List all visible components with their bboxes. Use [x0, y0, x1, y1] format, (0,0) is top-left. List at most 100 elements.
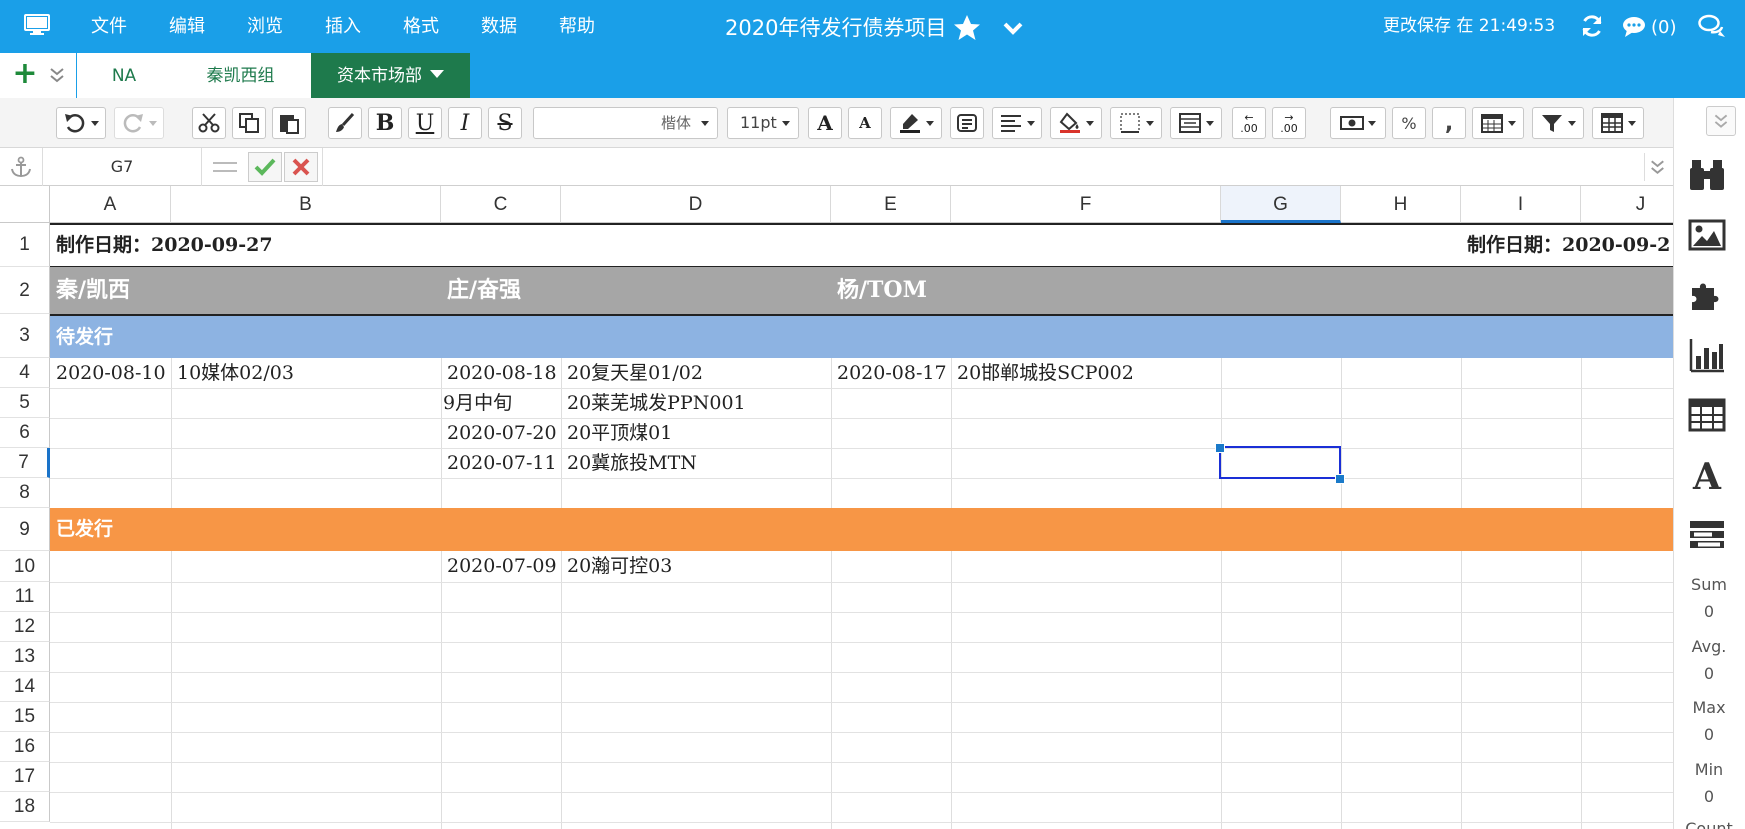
cell-e4[interactable]: 2020-08-17 [831, 358, 947, 388]
menu-view[interactable]: 浏览 [226, 0, 304, 53]
cell-a1[interactable]: 制作日期：2020-09-27 [50, 223, 273, 267]
copy-button[interactable] [232, 107, 266, 139]
image-icon[interactable] [1688, 216, 1726, 254]
document-title[interactable]: 2020年待发行债券项目 [725, 0, 946, 56]
row-header-16[interactable]: 16 [0, 732, 50, 762]
menu-format[interactable]: 格式 [382, 0, 460, 53]
column-header-f[interactable]: F [951, 186, 1221, 223]
cell-f4[interactable]: 20邯郸城投SCP002 [951, 358, 1134, 388]
cut-button[interactable] [192, 107, 226, 139]
sheet-tab-na[interactable]: NA [78, 53, 170, 98]
table-icon[interactable] [1688, 396, 1726, 434]
row-header-11[interactable]: 11 [0, 582, 50, 612]
font-size-select[interactable]: 11pt [727, 107, 799, 139]
anchor-icon[interactable] [8, 156, 34, 178]
expand-formula-chevron-icon[interactable] [1644, 153, 1670, 181]
decrease-decimal-button[interactable]: ← .00 [1232, 107, 1266, 139]
rows-layout-icon[interactable] [1688, 516, 1726, 554]
row-header-12[interactable]: 12 [0, 612, 50, 642]
cancel-x-icon[interactable] [284, 152, 318, 182]
column-header-a[interactable]: A [50, 186, 171, 223]
chat-icon[interactable] [1698, 14, 1726, 40]
borders-button[interactable] [1110, 107, 1162, 139]
row-header-1[interactable]: 1 [0, 223, 50, 267]
selection-handle-top-left[interactable] [1215, 443, 1225, 453]
add-sheet-icon[interactable]: + [12, 59, 38, 89]
row-header-8[interactable]: 8 [0, 478, 50, 508]
row-header-10[interactable]: 10 [0, 551, 50, 582]
formula-equals-icon[interactable] [205, 154, 245, 180]
cell-c6[interactable]: 2020-07-20 [441, 418, 557, 448]
redo-button[interactable] [114, 107, 164, 139]
cell-c10[interactable]: 2020-07-09 [441, 551, 557, 582]
column-header-i[interactable]: I [1461, 186, 1581, 223]
merge-cells-button[interactable] [1170, 107, 1222, 139]
binoculars-icon[interactable] [1688, 156, 1726, 194]
select-all-corner[interactable] [0, 186, 50, 223]
confirm-check-icon[interactable] [248, 152, 282, 182]
refresh-icon[interactable] [1580, 14, 1604, 38]
cell-i1[interactable]: 制作日期：2020-09-2 [1461, 223, 1673, 267]
column-header-b[interactable]: B [171, 186, 441, 223]
monitor-icon[interactable] [24, 14, 50, 36]
cell-c4[interactable]: 2020-08-18 [441, 358, 557, 388]
cell-d4[interactable]: 20复天星01/02 [561, 358, 703, 388]
bold-button[interactable]: B [368, 107, 402, 139]
cell-d5[interactable]: 20莱芜城发PPN001 [561, 388, 746, 418]
row-header-6[interactable]: 6 [0, 418, 50, 448]
menu-data[interactable]: 数据 [460, 0, 538, 53]
menu-help[interactable]: 帮助 [538, 0, 616, 53]
undo-button[interactable] [56, 107, 106, 139]
italic-button[interactable]: I [448, 107, 482, 139]
highlight-color-button[interactable] [890, 107, 942, 139]
row-header-5[interactable]: 5 [0, 388, 50, 418]
cell-c5[interactable]: 9月中旬 [437, 388, 512, 418]
cell-d6[interactable]: 20平顶煤01 [561, 418, 672, 448]
chevron-down-icon[interactable] [1002, 19, 1024, 37]
column-header-j[interactable]: J [1581, 186, 1673, 223]
cell-name-box[interactable]: G7 [42, 148, 202, 186]
comma-format-button[interactable]: , [1432, 107, 1466, 139]
sheet-tab-capital-markets[interactable]: 资本市场部 [311, 53, 470, 98]
cell-a3[interactable]: 待发行 [50, 316, 113, 358]
align-button[interactable] [992, 107, 1042, 139]
row-header-15[interactable]: 15 [0, 702, 50, 732]
row-header-18[interactable]: 18 [0, 792, 50, 822]
spreadsheet-grid[interactable]: A B C D E F G H I J 1 2 3 4 5 6 7 8 9 10… [0, 186, 1673, 829]
active-cell-selection[interactable] [1219, 446, 1341, 479]
column-header-e[interactable]: E [831, 186, 951, 223]
cell-a4[interactable]: 2020-08-10 [50, 358, 166, 388]
row-header-9[interactable]: 9 [0, 508, 50, 551]
percent-format-button[interactable]: % [1392, 107, 1426, 139]
cell-c2[interactable]: 庄/奋强 [441, 267, 521, 314]
increase-decimal-button[interactable]: → .00 [1272, 107, 1306, 139]
column-header-h[interactable]: H [1341, 186, 1461, 223]
star-icon[interactable] [952, 13, 982, 43]
format-painter-button[interactable] [328, 107, 362, 139]
puzzle-icon[interactable] [1688, 276, 1726, 314]
cell-c7[interactable]: 2020-07-11 [441, 448, 557, 478]
underline-button[interactable]: U [408, 107, 442, 139]
row-header-4[interactable]: 4 [0, 358, 50, 388]
cell-a2[interactable]: 秦/凯西 [50, 267, 130, 314]
column-header-d[interactable]: D [561, 186, 831, 223]
fill-color-button[interactable] [1050, 107, 1102, 139]
decrease-font-button[interactable]: A [848, 107, 882, 139]
comments-button[interactable]: (0) [1622, 15, 1677, 39]
cell-d10[interactable]: 20瀚可控03 [561, 551, 672, 582]
sheet-list-chevron-icon[interactable] [44, 65, 70, 85]
menu-insert[interactable]: 插入 [304, 0, 382, 53]
text-format-icon[interactable]: A [1688, 456, 1726, 494]
filter-button[interactable] [1532, 107, 1584, 139]
cell-a9[interactable]: 已发行 [50, 508, 113, 551]
table-format-button[interactable] [1592, 107, 1644, 139]
date-format-button[interactable] [1472, 107, 1524, 139]
column-header-c[interactable]: C [441, 186, 561, 223]
column-header-g[interactable]: G [1221, 186, 1341, 223]
font-family-select[interactable]: 楷体 [533, 107, 718, 139]
menu-file[interactable]: 文件 [70, 0, 148, 53]
paste-button[interactable] [272, 107, 306, 139]
row-header-14[interactable]: 14 [0, 672, 50, 702]
cell-b4[interactable]: 10媒体02/03 [171, 358, 294, 388]
currency-format-button[interactable] [1330, 107, 1386, 139]
